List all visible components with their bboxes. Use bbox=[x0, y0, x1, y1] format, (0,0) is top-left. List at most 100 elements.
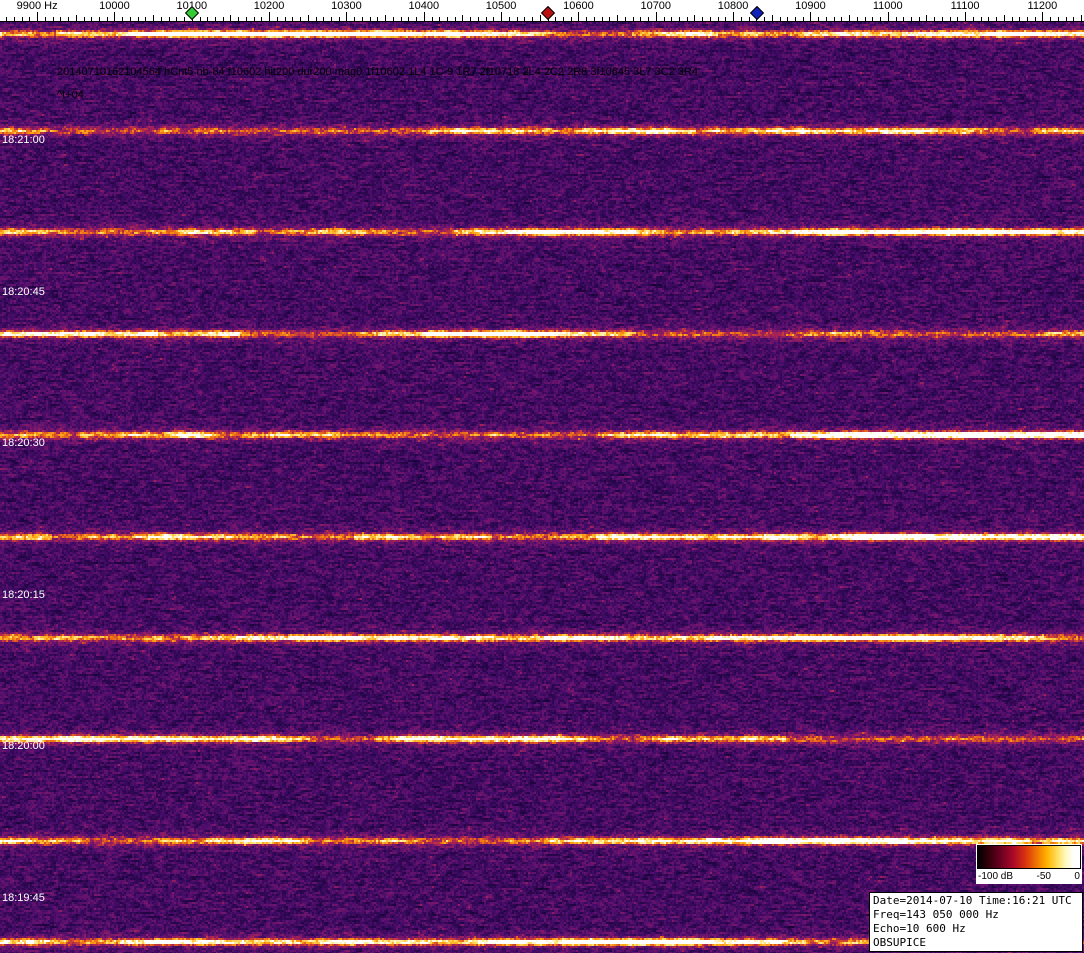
tick-mark bbox=[826, 17, 827, 21]
tick-mark bbox=[68, 17, 69, 21]
tick-mark bbox=[950, 17, 951, 21]
tick-mark bbox=[462, 15, 463, 21]
tick-mark bbox=[385, 15, 386, 21]
tick-mark bbox=[571, 17, 572, 21]
tick-mark bbox=[532, 17, 533, 21]
colorbar-label-min: -100 dB bbox=[978, 871, 1013, 882]
tick-mark bbox=[1050, 17, 1051, 21]
tick-mark bbox=[53, 17, 54, 21]
tick-mark bbox=[996, 17, 997, 21]
info-line-freq: Freq=143 050 000 Hz bbox=[873, 908, 1079, 922]
tick-mark bbox=[602, 17, 603, 21]
tick-mark bbox=[834, 17, 835, 21]
event-annotation-text: 20140710162104564 hCnt5 nb-84 f10602 hit… bbox=[57, 66, 698, 78]
tick-mark bbox=[803, 17, 804, 21]
tick-mark bbox=[872, 17, 873, 21]
info-box: Date=2014-07-10 Time:16:21 UTCFreq=143 0… bbox=[869, 892, 1083, 952]
tick-mark bbox=[749, 17, 750, 21]
tick-mark bbox=[957, 17, 958, 21]
tick-mark bbox=[903, 17, 904, 21]
tick-mark bbox=[114, 12, 115, 21]
tick-mark bbox=[563, 17, 564, 21]
tick-mark bbox=[540, 15, 541, 21]
tick-mark bbox=[362, 17, 363, 21]
tick-mark bbox=[223, 17, 224, 21]
tick-mark bbox=[323, 17, 324, 21]
tick-mark bbox=[880, 17, 881, 21]
tick-mark bbox=[215, 17, 216, 21]
tick-mark bbox=[331, 17, 332, 21]
freq-tick-label: 10200 bbox=[254, 0, 285, 12]
tick-mark bbox=[1035, 17, 1036, 21]
tick-mark bbox=[29, 17, 30, 21]
tick-mark bbox=[741, 17, 742, 21]
tick-mark bbox=[1027, 17, 1028, 21]
tick-mark bbox=[1066, 17, 1067, 21]
tick-mark bbox=[787, 17, 788, 21]
tick-mark bbox=[230, 15, 231, 21]
tick-mark bbox=[594, 17, 595, 21]
tick-mark bbox=[1012, 17, 1013, 21]
tick-mark bbox=[988, 17, 989, 21]
tick-mark bbox=[772, 15, 773, 21]
tick-mark bbox=[161, 17, 162, 21]
spectrogram-app: 9900 Hz100001010010200103001040010500106… bbox=[0, 0, 1084, 953]
tick-mark bbox=[22, 17, 23, 21]
tick-mark bbox=[911, 17, 912, 21]
freq-tick-label: 10600 bbox=[563, 0, 594, 12]
tick-mark bbox=[184, 17, 185, 21]
tick-mark bbox=[926, 15, 927, 21]
colorbar-label-max: 0 bbox=[1074, 871, 1080, 882]
tick-mark bbox=[377, 17, 378, 21]
tick-mark bbox=[501, 12, 502, 21]
tick-mark bbox=[1073, 17, 1074, 21]
colorbar-label-mid: -50 bbox=[1037, 871, 1051, 882]
tick-mark bbox=[617, 15, 618, 21]
freq-tick-label: 10700 bbox=[640, 0, 671, 12]
tick-mark bbox=[478, 17, 479, 21]
tick-mark bbox=[316, 17, 317, 21]
time-axis-label: 18:21:00 bbox=[2, 134, 45, 146]
time-axis-label: 18:20:30 bbox=[2, 437, 45, 449]
tick-mark bbox=[138, 17, 139, 21]
tick-mark bbox=[393, 17, 394, 21]
freq-tick-label: 11100 bbox=[951, 0, 980, 12]
freq-tick-label: 11200 bbox=[1028, 0, 1058, 12]
tick-mark bbox=[942, 17, 943, 21]
tick-mark bbox=[973, 17, 974, 21]
tick-mark bbox=[841, 17, 842, 21]
freq-tick-label: 9900 Hz bbox=[17, 0, 58, 12]
tick-mark bbox=[493, 17, 494, 21]
tick-mark bbox=[981, 17, 982, 21]
tick-mark bbox=[1058, 17, 1059, 21]
freq-tick-label: 11000 bbox=[873, 0, 903, 12]
freq-blue-marker[interactable] bbox=[750, 6, 764, 20]
tick-mark bbox=[625, 17, 626, 21]
tick-mark bbox=[6, 17, 7, 21]
tick-mark bbox=[517, 17, 518, 21]
tick-mark bbox=[1081, 15, 1082, 21]
tick-mark bbox=[780, 17, 781, 21]
colorbar-gradient bbox=[977, 845, 1081, 869]
tick-mark bbox=[470, 17, 471, 21]
tick-mark bbox=[1019, 17, 1020, 21]
tick-mark bbox=[609, 17, 610, 21]
tick-mark bbox=[934, 17, 935, 21]
tick-mark bbox=[401, 17, 402, 21]
tick-mark bbox=[524, 17, 525, 21]
tick-mark bbox=[1004, 15, 1005, 21]
tick-mark bbox=[207, 17, 208, 21]
tick-mark bbox=[888, 12, 889, 21]
tick-mark bbox=[664, 17, 665, 21]
tick-mark bbox=[633, 17, 634, 21]
tick-mark bbox=[1042, 12, 1043, 21]
tick-mark bbox=[424, 12, 425, 21]
tick-mark bbox=[176, 17, 177, 21]
freq-red-marker[interactable] bbox=[541, 6, 555, 20]
freq-tick-label: 10000 bbox=[99, 0, 130, 12]
tick-mark bbox=[99, 17, 100, 21]
tick-mark bbox=[687, 17, 688, 21]
tick-mark bbox=[679, 17, 680, 21]
tick-mark bbox=[153, 15, 154, 21]
tick-mark bbox=[849, 15, 850, 21]
